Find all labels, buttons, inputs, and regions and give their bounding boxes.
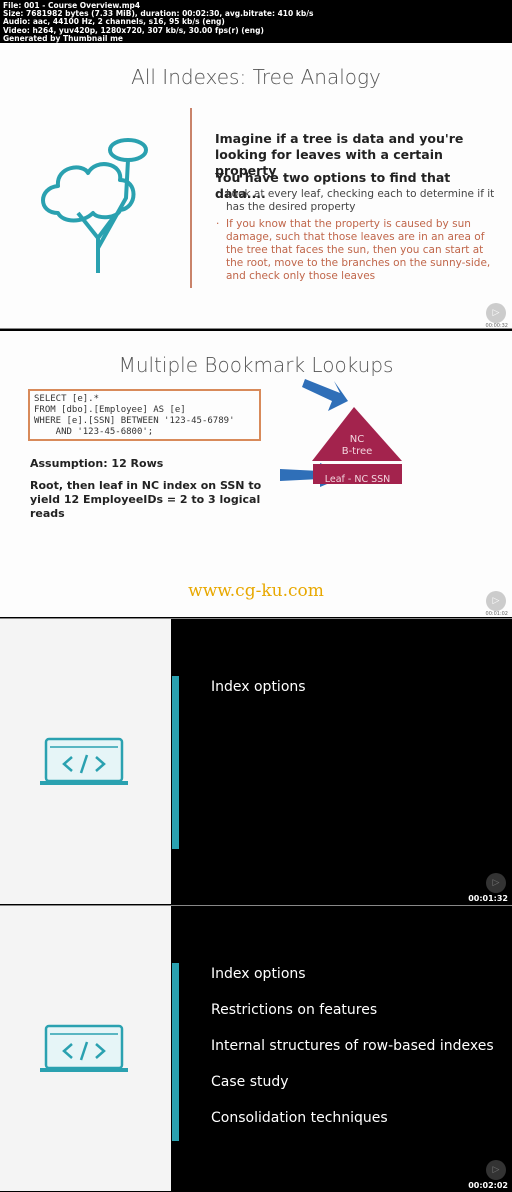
agenda-item: Restrictions on features [211,1002,378,1018]
play-logo-icon: ▷ [486,1160,506,1180]
play-logo-icon: ▷ [486,303,506,323]
explanation-text: Root, then leaf in NC index on SSN to yi… [30,479,262,520]
play-logo-icon: ▷ [486,591,506,611]
nc-btree-label: NC B-tree [312,434,402,458]
play-logo-icon: ▷ [486,873,506,893]
agenda-item: Internal structures of row-based indexes [211,1038,494,1054]
nc-label: NC [349,434,365,445]
leaf-label: Leaf - NC SSN [324,474,391,485]
laptop-code-icon [40,1024,128,1072]
generator-info: Generated by Thumbnail me [3,33,123,43]
timestamp: 00:00:32 [485,323,508,329]
accent-bar [172,676,179,849]
thumbnail-frame-3: Index options ▷ 00:01:32 [0,618,512,904]
timestamp: 00:02:02 [468,1181,508,1190]
bullet-1: Look at every leaf, checking each to det… [216,188,496,214]
slide-title: All Indexes: Tree Analogy [131,65,381,89]
file-info-header: File: 001 - Course Overview.mp4 Size: 76… [0,0,512,43]
tree-icon [41,138,148,273]
btree-label: B-tree [341,446,373,457]
bullet-2: If you know that the property is caused … [216,218,496,283]
agenda-item: Index options [211,679,306,695]
pattern-panel [0,906,171,1191]
sql-code-box: SELECT [e].* FROM [dbo].[Employee] AS [e… [28,389,261,441]
agenda-item: Consolidation techniques [211,1110,388,1126]
slide-title: Multiple Bookmark Lookups [118,353,394,377]
agenda-item: Case study [211,1074,289,1090]
agenda-item: Index options [211,966,306,982]
timestamp: 00:01:02 [485,611,508,617]
divider [190,108,192,288]
thumbnail-frame-1: All Indexes: Tree Analogy Imagine if a t… [0,43,512,329]
timestamp: 00:01:32 [468,894,508,903]
thumbnail-frame-4: Index options Restrictions on features I… [0,905,512,1191]
laptop-code-icon [40,737,128,785]
pattern-panel [0,619,171,904]
assumption-text: Assumption: 12 Rows [30,457,164,470]
thumbnail-frame-2: Multiple Bookmark Lookups SELECT [e].* F… [0,331,512,617]
watermark: www.cg-ku.com [188,581,324,601]
arrow-icon [302,379,348,411]
accent-bar [172,963,179,1141]
